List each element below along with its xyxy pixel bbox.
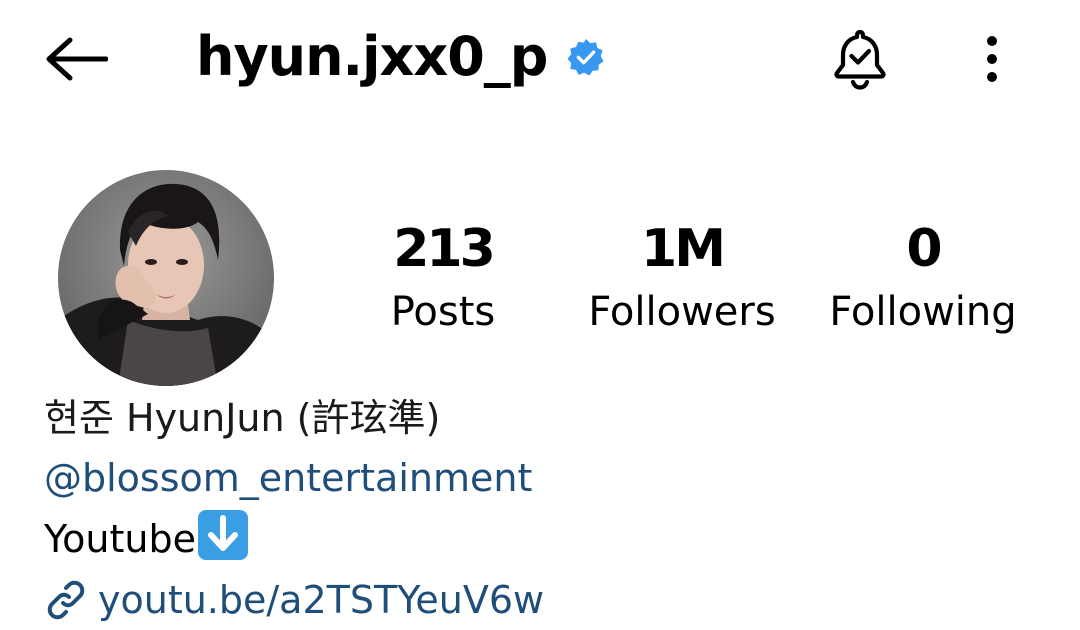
following-label: Following — [829, 289, 1017, 335]
bio-mention-link[interactable]: @blossom_entertainment — [44, 450, 1044, 510]
link-icon — [44, 578, 88, 622]
profile-bio: 현준 HyunJun (許玹準) @blossom_entertainment … — [44, 390, 1044, 630]
verified-badge-icon — [567, 38, 605, 76]
more-vertical-icon — [987, 36, 997, 82]
followers-count: 1M — [641, 219, 726, 279]
more-options-button[interactable] — [968, 28, 1016, 90]
following-count: 0 — [906, 219, 942, 279]
down-arrow-emoji-icon — [197, 510, 248, 560]
notifications-button[interactable] — [826, 24, 894, 94]
bio-link-text: youtu.be/a2TSTYeuV6w — [98, 578, 545, 622]
bell-check-icon — [834, 29, 886, 90]
arrow-left-icon — [46, 37, 108, 81]
posts-count: 213 — [393, 219, 496, 279]
back-button[interactable] — [40, 28, 112, 90]
bio-display-name: 현준 HyunJun (許玹準) — [44, 396, 441, 440]
profile-header: hyun.jxx0_p — [0, 0, 1080, 115]
stat-followers[interactable]: 1M Followers — [567, 216, 797, 340]
posts-label: Posts — [390, 289, 496, 335]
stat-posts[interactable]: 213 Posts — [328, 216, 558, 340]
profile-stats: 213 Posts 1M Followers 0 Following — [0, 216, 1080, 346]
followers-label: Followers — [588, 289, 776, 335]
stat-following[interactable]: 0 Following — [808, 216, 1038, 340]
bio-website-link[interactable]: youtu.be/a2TSTYeuV6w — [44, 570, 1044, 630]
bio-youtube-line: Youtube — [44, 510, 1044, 570]
username: hyun.jxx0_p — [196, 25, 548, 88]
bio-youtube-text: Youtube — [44, 517, 196, 561]
username-container: hyun.jxx0_p — [196, 14, 605, 100]
